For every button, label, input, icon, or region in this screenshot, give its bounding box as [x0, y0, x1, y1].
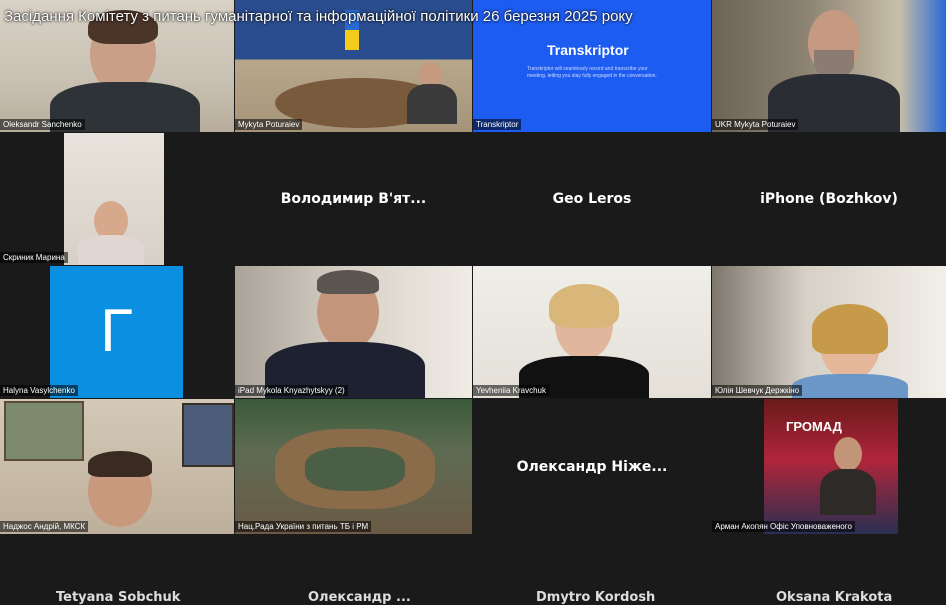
wall-painting	[182, 403, 234, 467]
participant-video	[473, 266, 711, 398]
participant-name: Yevheniia Kravchuk	[473, 385, 549, 396]
bottom-participant-name[interactable]: Олександр ...	[308, 590, 411, 605]
participant-name: Transkriptor	[473, 119, 522, 130]
participant-tile-oleksandr-nizhe[interactable]: Олександр Ніже...	[473, 399, 711, 534]
participant-silhouette	[834, 437, 862, 471]
participant-tile-yuliia-shevchuk[interactable]: Юлія Шевчук Держкіно	[712, 266, 946, 398]
participant-tile-natsrada[interactable]: Нац.Рада України з питань ТБ і РМ	[235, 399, 472, 534]
participant-name: Halyna Vasylchenko	[0, 385, 78, 396]
participant-video: ГРОМАД	[764, 399, 898, 534]
participant-video	[0, 399, 234, 534]
participant-tile-iphone-bozhkov[interactable]: iPhone (Bozhkov)	[712, 133, 946, 265]
participant-name: Oleksandr Sanchenko	[0, 119, 85, 130]
conference-table-inner	[305, 447, 405, 491]
participant-tile-skrynyk-maryna[interactable]: Скриник Марина	[0, 133, 234, 265]
participant-name: Скриник Марина	[0, 252, 68, 263]
participant-hair	[317, 270, 379, 294]
participant-body	[820, 469, 876, 515]
participant-name-centered: Олександр Ніже...	[516, 458, 668, 475]
participant-avatar: Г	[50, 266, 183, 398]
bottom-participant-name[interactable]: Dmytro Kordosh	[536, 590, 655, 605]
participant-video	[712, 266, 946, 398]
bottom-participant-name[interactable]: Oksana Krakota	[776, 590, 892, 605]
participant-name: UKR Mykyta Poturaiev	[712, 119, 799, 130]
participant-video	[235, 0, 472, 132]
participant-name-centered: Володимир В'ят...	[280, 191, 427, 207]
participant-body	[407, 84, 457, 124]
participant-tile-ukr-mykyta-poturaiev[interactable]: UKR Mykyta Poturaiev	[712, 0, 946, 132]
participant-tile-oleksandr-sanchenko[interactable]: Oleksandr Sanchenko	[0, 0, 234, 132]
participant-tile-mykyta-poturaiev[interactable]: Mykyta Poturaiev	[235, 0, 472, 132]
participant-name: Арман Акопян Офіс Уповноваженого	[712, 521, 855, 532]
participant-tile-arman-akopian[interactable]: ГРОМАД Арман Акопян Офіс Уповноваженого	[712, 399, 946, 534]
participant-tile-geo-leros[interactable]: Geo Leros	[473, 133, 711, 265]
tv-screen-text: ГРОМАД	[786, 419, 842, 434]
participant-name: Юлія Шевчук Держкіно	[712, 385, 803, 396]
flag-ukraine	[345, 10, 359, 50]
participant-hair	[88, 10, 158, 44]
participant-video	[712, 0, 946, 132]
participant-video: Transkriptor Transkriptor will seamlessl…	[473, 0, 711, 132]
participant-tile-yevheniia-kravchuk[interactable]: Yevheniia Kravchuk	[473, 266, 711, 398]
participant-tile-transkriptor[interactable]: Transkriptor Transkriptor will seamlessl…	[473, 0, 711, 132]
wall-painting	[4, 401, 84, 461]
participant-video	[64, 133, 164, 265]
participant-body	[78, 235, 144, 265]
participant-name: Нац.Рада України з питань ТБ і РМ	[235, 521, 372, 532]
participant-name-centered: iPhone (Bozhkov)	[760, 191, 898, 207]
bottom-participant-name[interactable]: Tetyana Sobchuk	[56, 590, 180, 605]
participant-name: Наджос Андрій, МКСК	[0, 521, 89, 532]
participant-hair	[88, 451, 152, 477]
participant-tile-halyna-vasylchenko[interactable]: Г Halyna Vasylchenko	[0, 266, 234, 398]
transkriptor-logo: Transkriptor	[547, 42, 629, 58]
transkriptor-description: Transkriptor will seamlessly record and …	[527, 66, 657, 79]
participant-name: Mykyta Poturaiev	[235, 119, 303, 130]
participant-hair	[549, 284, 619, 328]
participant-tile-volodymyr[interactable]: Володимир В'ят...	[235, 133, 472, 265]
participant-name-centered: Geo Leros	[552, 191, 632, 207]
avatar-letter: Г	[100, 297, 133, 364]
participant-video	[0, 0, 234, 132]
participant-tile-ipad-mykola[interactable]: iPad Mykola Knyazhytskyy (2)	[235, 266, 472, 398]
participant-video	[235, 399, 472, 534]
participant-hair	[812, 304, 888, 354]
participant-name: iPad Mykola Knyazhytskyy (2)	[235, 385, 348, 396]
participant-body	[792, 374, 908, 398]
participant-tile-nadzhos-andrii[interactable]: Наджос Андрій, МКСК	[0, 399, 234, 534]
participant-video	[235, 266, 472, 398]
